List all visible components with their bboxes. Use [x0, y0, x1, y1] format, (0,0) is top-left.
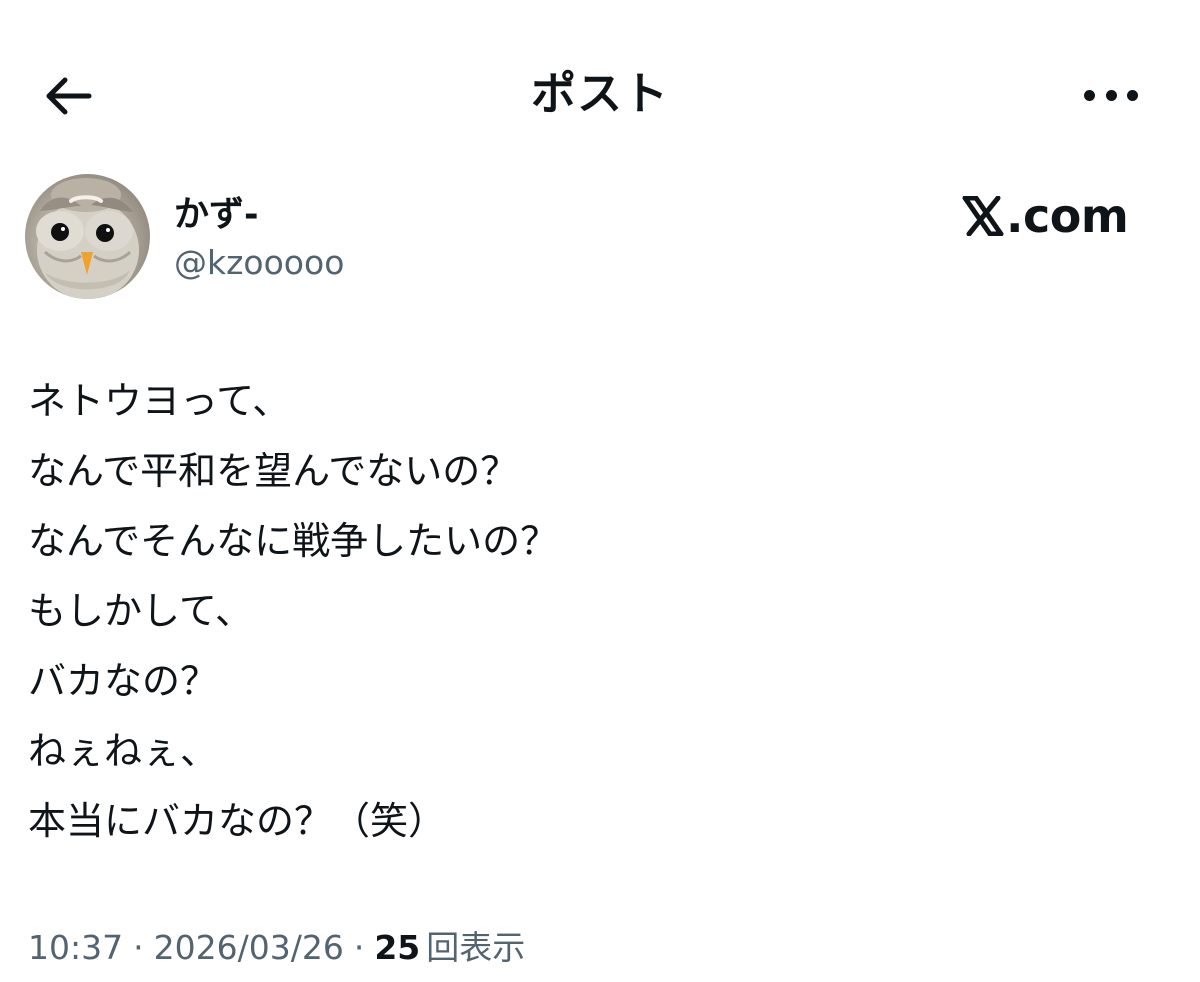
source-watermark: .com: [962, 188, 1142, 244]
post-line: 本当にバカなの？（笑）: [28, 799, 447, 843]
post-line: なんでそんなに戦争したいの？: [28, 519, 559, 563]
display-name[interactable]: かず-: [174, 194, 259, 236]
more-horizontal-icon-dot: [1105, 89, 1117, 101]
post-line: ネトウヨって、: [28, 379, 291, 423]
user-handle[interactable]: @kzooooo: [174, 242, 344, 284]
meta-separator: ·: [133, 928, 144, 967]
post-text: ネトウヨって、 なんで平和を望んでないの？ なんでそんなに戦争したいの？ もしか…: [28, 366, 1168, 856]
page-title: ポスト: [530, 67, 669, 120]
view-label[interactable]: 回表示: [426, 922, 525, 974]
avatar[interactable]: [25, 174, 150, 299]
x-logo-icon: [962, 196, 1004, 236]
post-metadata: 10:37 · 2026/03/26 · 25 回表示: [28, 922, 525, 974]
more-horizontal-icon-dot: [1127, 89, 1138, 101]
source-label: .com: [1006, 189, 1129, 243]
more-horizontal-icon: [1084, 89, 1095, 101]
top-bar: ポスト: [0, 0, 1200, 190]
post-line: ねぇねぇ、: [28, 729, 219, 773]
post-line: もしかして、: [28, 589, 253, 633]
owl-avatar: [36, 178, 139, 299]
more-options-button[interactable]: [1080, 78, 1142, 112]
post-line: なんで平和を望んでないの？: [28, 449, 519, 493]
meta-separator: ·: [353, 928, 365, 967]
post-author: かず- @kzooooo .com: [0, 170, 1200, 305]
post-time[interactable]: 10:37: [28, 922, 123, 974]
post-date[interactable]: 2026/03/26: [154, 922, 344, 974]
view-count[interactable]: 25: [374, 922, 420, 974]
post-line: バカなの？: [28, 659, 219, 703]
